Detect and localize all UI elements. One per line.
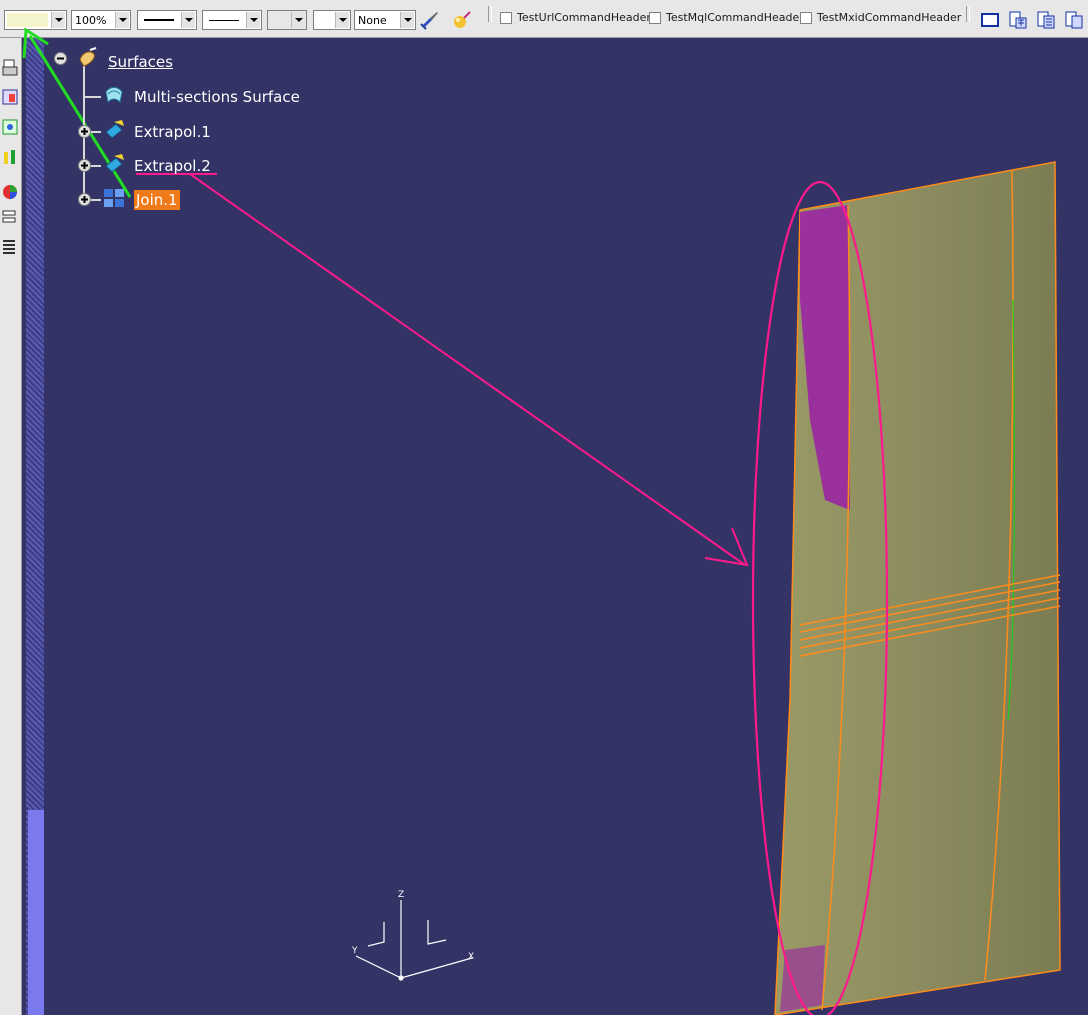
expand-icon[interactable]: [78, 193, 91, 206]
grid-view-icon[interactable]: [1, 88, 19, 108]
tree-node-join-1[interactable]: Join.1: [134, 188, 180, 212]
printer-icon[interactable]: [1, 58, 19, 78]
rendering-style-value: None: [358, 13, 387, 27]
document-tree-icon[interactable]: [1064, 10, 1084, 30]
tree-node-multi-sections-surface[interactable]: Multi-sections Surface: [134, 85, 300, 109]
checkbox-box[interactable]: [800, 11, 812, 24]
tree-label: Extrapol.1: [134, 123, 211, 141]
checkbox-box[interactable]: [649, 11, 661, 24]
toolbar-separator: [488, 6, 492, 22]
linetype-sample: [144, 19, 174, 21]
transparency-value: 100%: [75, 13, 107, 27]
multi-sections-surface-icon: [105, 87, 123, 104]
tree-label: Extrapol.2: [134, 157, 211, 175]
toolbar-separator: [966, 6, 970, 22]
color-combo[interactable]: [4, 10, 67, 30]
chevron-down-icon[interactable]: [115, 12, 129, 28]
axis-label-x: X: [468, 952, 475, 962]
test-mql-command-checkbox[interactable]: TestMqlCommandHeader: [649, 11, 804, 24]
multi-view-icon[interactable]: [1, 118, 19, 138]
geometrical-set-icon: [79, 47, 97, 67]
axis-label-y: Y: [352, 946, 358, 956]
color-swatch: [7, 13, 48, 27]
tree-node-surfaces[interactable]: Surfaces: [108, 50, 173, 74]
graphic-properties-icon[interactable]: [452, 10, 472, 30]
checkbox-label: TestMxidCommandHeader: [817, 11, 962, 24]
list-settings-icon[interactable]: [1, 238, 19, 258]
extrapolate-icon: [105, 120, 124, 139]
test-url-command-checkbox[interactable]: TestUrlCommandHeader: [500, 11, 651, 24]
window-frame-icon[interactable]: [980, 10, 1000, 30]
transparency-combo[interactable]: 100%: [71, 10, 131, 30]
layer-combo[interactable]: [313, 10, 351, 30]
chevron-down-icon[interactable]: [51, 12, 65, 28]
checkbox-label: TestMqlCommandHeader: [666, 11, 804, 24]
thickness-sample: [209, 19, 239, 21]
bar-chart-icon[interactable]: [1, 148, 19, 168]
checkbox-box[interactable]: [500, 11, 512, 24]
join-icon: [104, 189, 124, 207]
axis-triad: [355, 900, 473, 981]
chevron-down-icon[interactable]: [291, 12, 305, 28]
left-toolbar: [0, 38, 22, 1015]
tree-node-extrapol-2[interactable]: Extrapol.2: [134, 154, 211, 178]
tree-label: Surfaces: [108, 53, 173, 71]
color-wheel-icon[interactable]: [1, 182, 19, 202]
annotation-arrowhead: [704, 527, 749, 567]
document-tree-icon[interactable]: [1036, 10, 1056, 30]
list-settings-icon[interactable]: [1, 208, 19, 228]
viewer-side-border: [28, 810, 44, 1015]
chevron-down-icon[interactable]: [335, 12, 349, 28]
test-mxid-command-checkbox[interactable]: TestMxidCommandHeader: [800, 11, 961, 24]
tree-label: Multi-sections Surface: [134, 88, 300, 106]
checkbox-label: TestUrlCommandHeader: [517, 11, 651, 24]
collapse-icon[interactable]: [54, 52, 67, 65]
painter-brush-icon[interactable]: [420, 10, 440, 30]
extrapolate-icon: [105, 154, 124, 173]
specification-tree: Surfaces Multi-sections Surface Extrapol…: [44, 38, 444, 238]
chevron-down-icon[interactable]: [181, 12, 195, 28]
expand-icon[interactable]: [78, 125, 91, 138]
axis-label-z: Z: [398, 890, 405, 900]
chevron-down-icon[interactable]: [246, 12, 260, 28]
graphic-properties-toolbar: 100% None TestUrlCommandHeader TestMqlCo…: [0, 0, 1088, 38]
tree-connector: [85, 96, 101, 98]
expand-icon[interactable]: [78, 159, 91, 172]
rendering-style-combo[interactable]: None: [354, 10, 416, 30]
tree-label: Join.1: [134, 190, 180, 210]
tree-node-extrapol-1[interactable]: Extrapol.1: [134, 120, 211, 144]
linetype-combo[interactable]: [137, 10, 197, 30]
point-symbol-combo[interactable]: [267, 10, 307, 30]
chevron-down-icon[interactable]: [400, 12, 414, 28]
document-grid-icon[interactable]: [1008, 10, 1028, 30]
thickness-combo[interactable]: [202, 10, 262, 30]
